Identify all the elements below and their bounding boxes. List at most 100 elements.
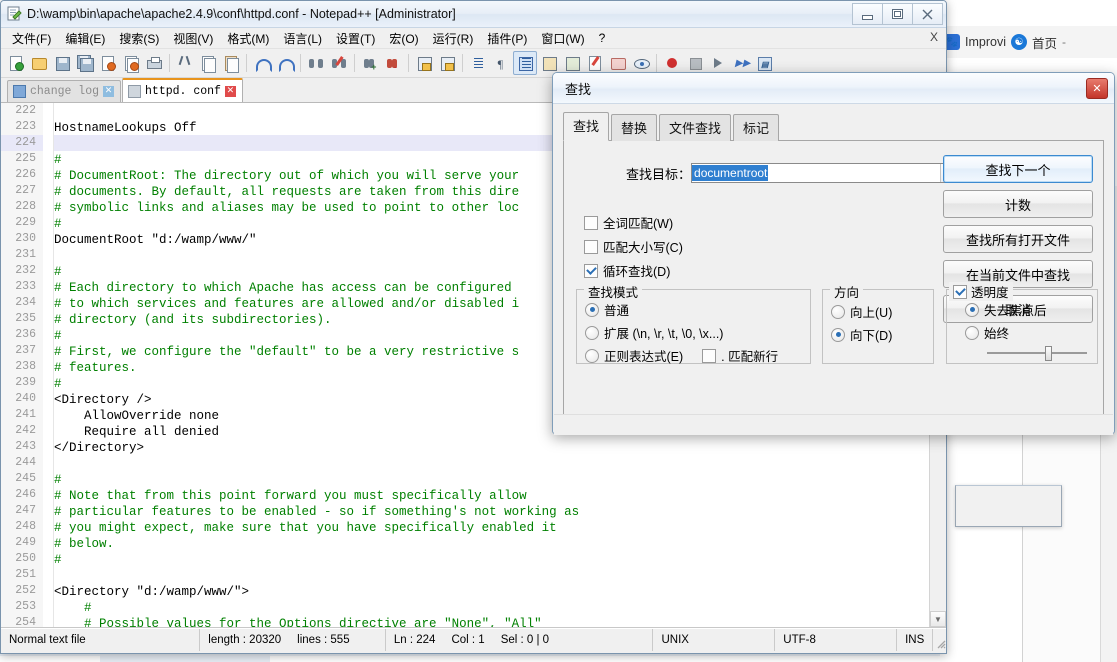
tab-mark[interactable]: 标记 (733, 114, 780, 141)
menu-format[interactable]: 格式(M) (220, 28, 276, 49)
code-line[interactable]: # (54, 471, 929, 487)
count-button[interactable]: 计数 (943, 190, 1093, 218)
stop-recording-icon[interactable] (684, 52, 706, 74)
checkbox-icon-checked[interactable] (953, 284, 967, 299)
find-next-button[interactable]: 查找下一个 (943, 155, 1093, 183)
code-line[interactable] (54, 455, 929, 471)
save-macro-icon[interactable]: ▤ (753, 52, 775, 74)
document-map-icon[interactable] (561, 52, 583, 74)
tab-close-icon[interactable]: ✕ (224, 85, 236, 97)
redo-icon[interactable] (274, 52, 296, 74)
slider-knob[interactable] (1045, 346, 1052, 361)
indent-guide-icon[interactable] (513, 51, 537, 75)
code-line[interactable]: </Directory> (54, 439, 929, 455)
user-defined-dialog-icon[interactable] (538, 52, 560, 74)
restore-button[interactable] (882, 3, 912, 25)
folder-as-workspace-icon[interactable] (607, 52, 629, 74)
code-line[interactable]: # Note that from this point forward you … (54, 487, 929, 503)
search-mode-normal[interactable]: 普通 (585, 300, 810, 319)
radio-icon[interactable] (831, 304, 845, 319)
save-all-icon[interactable] (74, 52, 96, 74)
close-file-icon[interactable] (97, 52, 119, 74)
cut-icon[interactable] (174, 52, 196, 74)
menu-help[interactable]: ? (592, 29, 613, 47)
tab-find-in-files[interactable]: 文件查找 (659, 114, 732, 141)
menu-plugins[interactable]: 插件(P) (480, 28, 534, 49)
transparency-always[interactable]: 始终 (965, 323, 1097, 342)
transparency-on-lose-focus[interactable]: 失去焦点后 (965, 300, 1097, 319)
radio-icon[interactable] (585, 325, 599, 340)
sync-horizontal-scrolling-icon[interactable] (436, 52, 458, 74)
radio-icon-selected[interactable] (585, 302, 599, 317)
run-macro-multiple-times-icon[interactable]: ▶▶ (730, 52, 752, 74)
direction-down[interactable]: 向下(D) (831, 325, 933, 344)
menu-settings[interactable]: 设置(T) (329, 28, 382, 49)
fold-margin[interactable] (43, 103, 54, 627)
code-line[interactable]: # particular features to be enabled - so… (54, 503, 929, 519)
tab-find[interactable]: 查找 (563, 112, 610, 141)
new-file-icon[interactable] (5, 52, 27, 74)
menu-language[interactable]: 语言(L) (276, 28, 329, 49)
tab-change-log[interactable]: change log ✕ (7, 80, 122, 102)
code-line[interactable]: # (54, 599, 929, 615)
bookmark-home-label[interactable]: 首页 (1032, 33, 1057, 52)
scroll-down-button[interactable]: ▼ (930, 611, 946, 627)
code-line[interactable]: <Directory "d:/wamp/www/"> (54, 583, 929, 599)
resize-grip-icon[interactable] (933, 629, 946, 651)
menu-file[interactable]: 文件(F) (5, 28, 58, 49)
search-input[interactable]: documentroot ▼ (691, 163, 960, 183)
sync-vertical-scrolling-icon[interactable] (413, 52, 435, 74)
replace-icon[interactable] (328, 52, 350, 74)
code-line[interactable] (54, 567, 929, 583)
whole-word-option[interactable]: 全词匹配(W) (584, 213, 683, 232)
radio-icon-selected[interactable] (831, 327, 845, 342)
menu-edit[interactable]: 编辑(E) (58, 28, 112, 49)
checkbox-icon-checked[interactable] (584, 263, 598, 278)
checkbox-icon[interactable] (702, 348, 717, 363)
bookmark-improvi-label[interactable]: Improvi (965, 35, 1006, 49)
find-all-in-open-documents-button[interactable]: 查找所有打开文件 (943, 225, 1093, 253)
radio-icon[interactable] (585, 348, 599, 363)
zoom-in-icon[interactable]: + (359, 52, 381, 74)
find-dialog-close-button[interactable]: ✕ (1086, 78, 1108, 99)
code-line[interactable]: # (54, 551, 929, 567)
tab-replace[interactable]: 替换 (611, 114, 658, 141)
save-icon[interactable] (51, 52, 73, 74)
minimize-button[interactable] (852, 3, 882, 25)
word-wrap-icon[interactable] (467, 52, 489, 74)
transparency-slider[interactable] (987, 346, 1087, 361)
radio-icon[interactable] (965, 325, 979, 340)
wrap-around-option[interactable]: 循环查找(D) (584, 261, 683, 280)
code-line[interactable]: # below. (54, 535, 929, 551)
checkbox-icon[interactable] (584, 215, 598, 230)
close-document-x[interactable]: X (930, 30, 938, 44)
record-macro-icon[interactable] (661, 52, 683, 74)
zoom-out-icon[interactable]: - (382, 52, 404, 74)
paste-icon[interactable] (220, 52, 242, 74)
undo-icon[interactable] (251, 52, 273, 74)
checkbox-icon[interactable] (584, 239, 598, 254)
tab-close-icon[interactable]: ✕ (103, 86, 115, 97)
copy-icon[interactable] (197, 52, 219, 74)
direction-up[interactable]: 向上(U) (831, 302, 933, 321)
tab-httpd-conf[interactable]: httpd. conf ✕ (122, 78, 243, 102)
match-case-option[interactable]: 匹配大小写(C) (584, 237, 683, 256)
code-line[interactable]: # Possible values for the Options direct… (54, 615, 929, 627)
menu-window[interactable]: 窗口(W) (534, 28, 591, 49)
find-icon[interactable] (305, 52, 327, 74)
menu-macro[interactable]: 宏(O) (382, 28, 425, 49)
radio-icon-selected[interactable] (965, 302, 979, 317)
print-icon[interactable] (143, 52, 165, 74)
play-macro-icon[interactable] (707, 52, 729, 74)
search-mode-regex[interactable]: 正则表达式(E) . 匹配新行 (585, 346, 810, 365)
open-file-icon[interactable] (28, 52, 50, 74)
close-window-button[interactable] (912, 3, 943, 25)
menu-search[interactable]: 搜索(S) (112, 28, 166, 49)
menu-run[interactable]: 运行(R) (426, 28, 481, 49)
monitoring-icon[interactable] (630, 52, 652, 74)
code-line[interactable]: # you might expect, make sure that you h… (54, 519, 929, 535)
search-mode-extended[interactable]: 扩展 (\n, \r, \t, \0, \x...) (585, 323, 810, 342)
menu-view[interactable]: 视图(V) (166, 28, 220, 49)
close-all-files-icon[interactable] (120, 52, 142, 74)
show-all-characters-icon[interactable]: ¶ (490, 52, 512, 74)
